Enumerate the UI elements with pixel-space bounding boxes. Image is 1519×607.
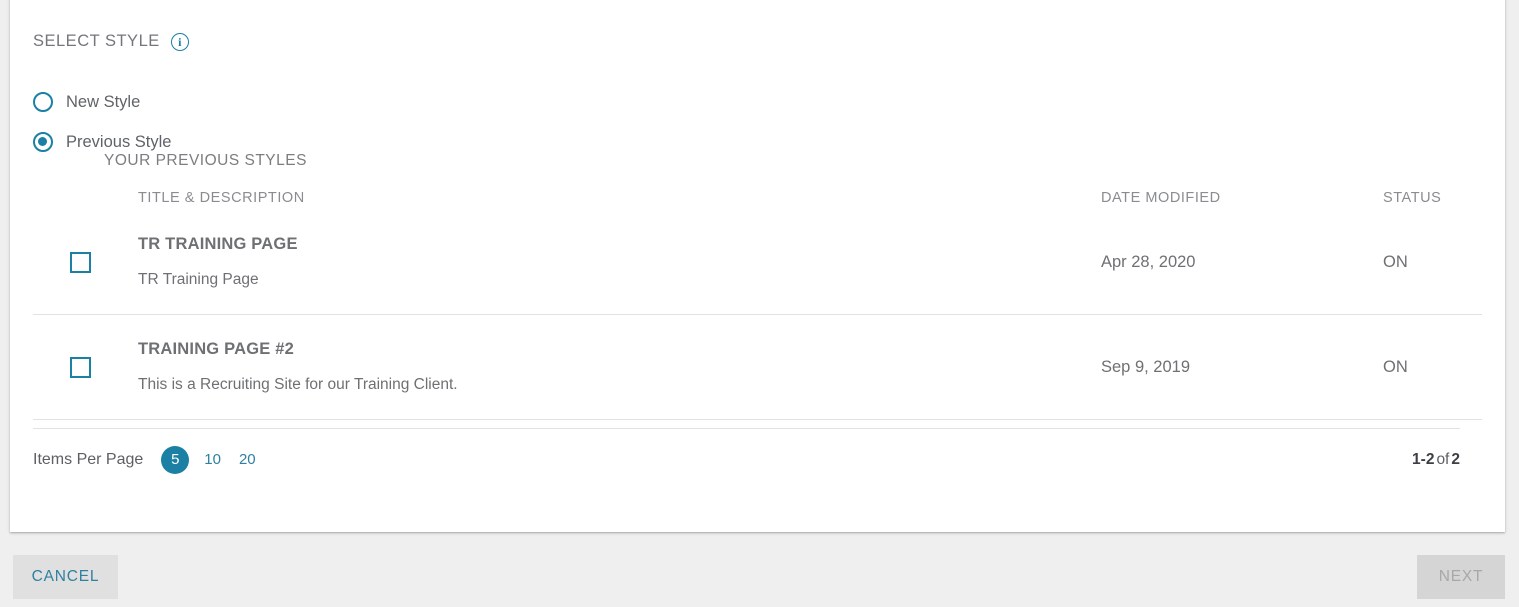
section-header: SELECT STYLE i <box>33 32 189 51</box>
info-icon[interactable]: i <box>170 32 189 51</box>
pagination-bar: Items Per Page 5 10 20 1-2 of 2 <box>33 428 1460 490</box>
row-checkbox-cell <box>33 251 138 273</box>
items-per-page-control: Items Per Page 5 10 20 <box>33 445 265 474</box>
items-per-page-option-5[interactable]: 5 <box>161 445 190 474</box>
radio-circle-filled-icon <box>33 132 53 152</box>
column-header-title: TITLE & DESCRIPTION <box>138 190 305 206</box>
row-status: ON <box>1383 357 1408 376</box>
column-header-date-modified: DATE MODIFIED <box>1101 190 1221 206</box>
row-date-modified: Sep 9, 2019 <box>1101 357 1190 376</box>
row-description: TR Training Page <box>138 271 259 288</box>
cancel-button[interactable]: CANCEL <box>13 555 118 599</box>
table-caption: YOUR PREVIOUS STYLES <box>104 152 307 169</box>
items-per-page-label: Items Per Page <box>33 450 144 468</box>
radio-label-new-style: New Style <box>66 92 141 111</box>
pagination-total: 2 <box>1451 450 1460 468</box>
items-per-page-option-20[interactable]: 20 <box>230 451 265 468</box>
previous-styles-table: YOUR PREVIOUS STYLES TITLE & DESCRIPTION… <box>33 152 1482 420</box>
card-content: SELECT STYLE i New Style Previous Style … <box>10 0 1505 532</box>
row-checkbox-cell <box>33 356 138 378</box>
radio-label-previous-style: Previous Style <box>66 132 172 151</box>
pagination-of-label: of <box>1436 450 1450 468</box>
row-date-modified: Apr 28, 2020 <box>1101 252 1196 271</box>
page-root: SELECT STYLE i New Style Previous Style … <box>0 0 1519 607</box>
column-header-status: STATUS <box>1383 190 1442 206</box>
radio-circle-icon <box>33 92 53 112</box>
row-title: TRAINING PAGE #2 <box>138 340 295 358</box>
radio-option-new-style[interactable]: New Style <box>33 82 171 122</box>
table-row[interactable]: TR TRAINING PAGE TR Training Page Apr 28… <box>33 210 1482 315</box>
row-title-cell: TR TRAINING PAGE TR Training Page <box>138 235 1101 289</box>
items-per-page-option-10[interactable]: 10 <box>195 451 230 468</box>
wizard-footer: CANCEL NEXT <box>0 555 1519 607</box>
checkbox-icon[interactable] <box>70 356 91 378</box>
row-status: ON <box>1383 252 1408 271</box>
pagination-range: 1-2 of 2 <box>1412 451 1460 469</box>
select-style-card: SELECT STYLE i New Style Previous Style … <box>10 0 1505 532</box>
row-title-cell: TRAINING PAGE #2 This is a Recruiting Si… <box>138 340 1101 394</box>
checkbox-icon[interactable] <box>70 251 91 273</box>
table-header-row: TITLE & DESCRIPTION DATE MODIFIED STATUS <box>33 186 1482 210</box>
next-button[interactable]: NEXT <box>1417 555 1505 599</box>
page-title: SELECT STYLE <box>33 32 160 50</box>
table-row[interactable]: TRAINING PAGE #2 This is a Recruiting Si… <box>33 315 1482 420</box>
row-title: TR TRAINING PAGE <box>138 235 298 253</box>
style-radio-group: New Style Previous Style <box>33 82 171 162</box>
pagination-range-current: 1-2 <box>1412 450 1435 468</box>
row-description: This is a Recruiting Site for our Traini… <box>138 376 458 393</box>
